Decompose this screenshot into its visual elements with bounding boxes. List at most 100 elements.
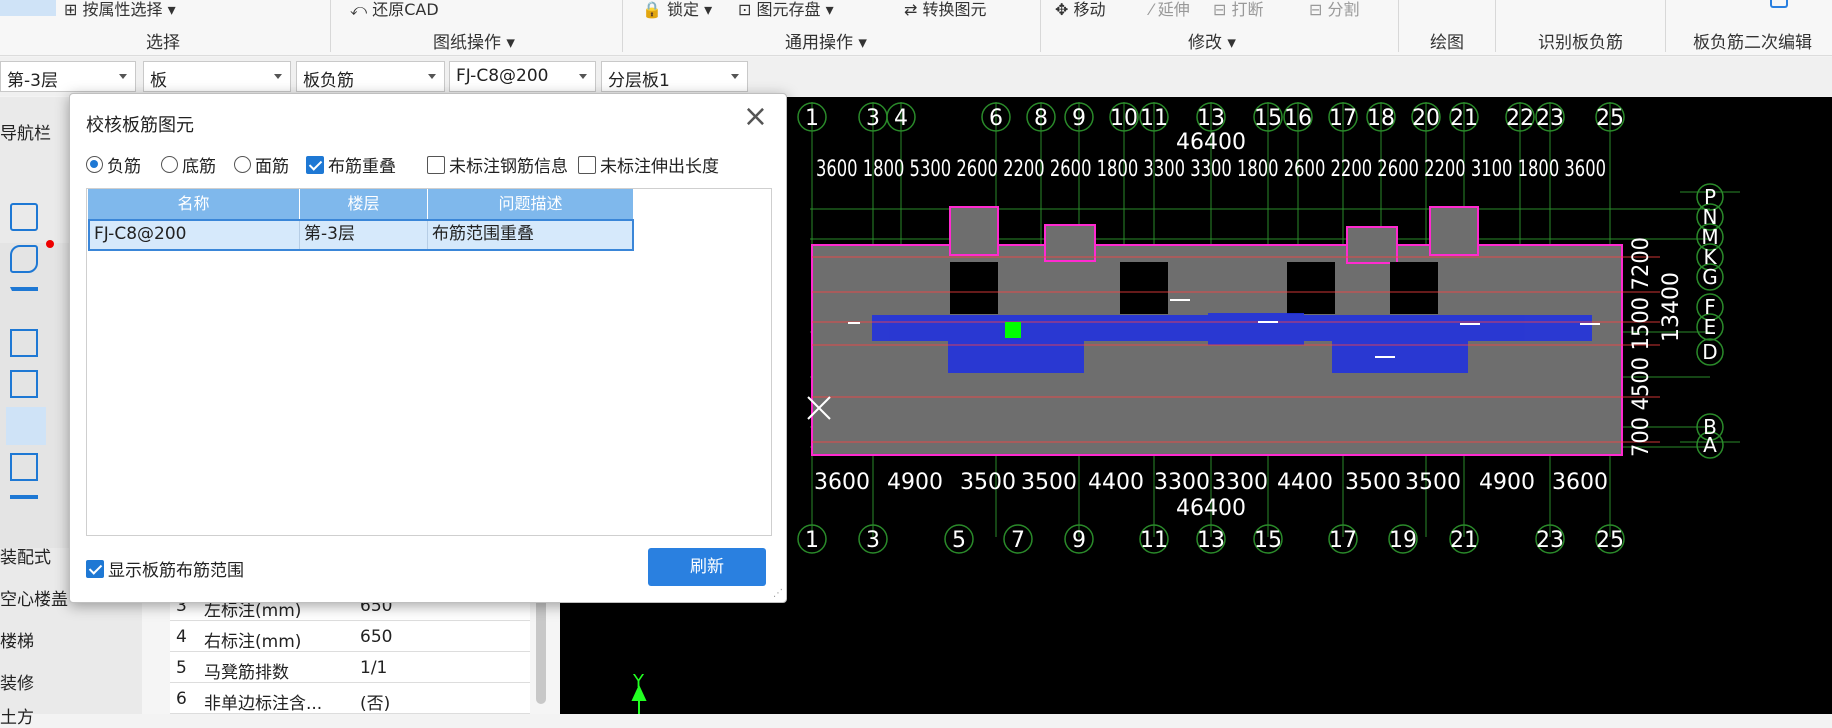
property-row[interactable]: 5 马凳筋排数 1/1 (170, 652, 530, 683)
axis-label: 8 (1034, 106, 1048, 131)
axis-label: 3 (866, 528, 880, 553)
checkbox-icon (427, 155, 445, 174)
edit-icon[interactable] (1770, 0, 1788, 8)
checkbox-icon (578, 155, 596, 174)
group-slab-rebar-edit: 板负筋二次编辑 (1693, 33, 1812, 53)
axis-label: 6 (989, 106, 1003, 131)
radio-bottom-rebar[interactable]: 底筋 (161, 152, 216, 177)
floor-select[interactable]: 第-3层 (0, 61, 136, 92)
axis-label: 4 (894, 106, 908, 131)
axis-label: 11 (1140, 106, 1168, 131)
move-button[interactable]: ✥ 移动 (1055, 0, 1106, 20)
nav-item-prefab[interactable]: 装配式 (0, 543, 51, 568)
dialog-title: 校核板筋图元 (86, 115, 194, 136)
checkbox-overlap[interactable]: 布筋重叠 (306, 152, 396, 177)
group-common-ops[interactable]: 通用操作 ▾ (785, 28, 867, 53)
slab-rebar-icon[interactable] (10, 370, 38, 398)
axis-label: 5 (952, 528, 966, 553)
total-dim-bottom: 46400 (1176, 496, 1246, 521)
bottom-dim: 3300 (1212, 470, 1268, 495)
axis-label: 20 (1412, 106, 1440, 131)
bottom-dim: 3500 (1345, 470, 1401, 495)
radio-icon (86, 156, 103, 173)
properties-scrollbar[interactable] (536, 594, 546, 704)
group-modify[interactable]: 修改 ▾ (1188, 28, 1236, 53)
right-total-dim: 13400 (1659, 272, 1684, 342)
axis-label: E (1704, 315, 1717, 339)
cell-description: 布筋范围重叠 (428, 219, 634, 249)
element-name-select[interactable]: FJ-C8@200 (449, 61, 596, 92)
top-dim-chain: 3600 1800 5300 2600 2200 2600 1800 3300 … (816, 157, 1606, 182)
radio-top-rebar[interactable]: 面筋 (234, 152, 289, 177)
axis-label: 1 (805, 528, 819, 553)
axis-label: 15 (1254, 528, 1282, 553)
refresh-button[interactable]: 刷新 (648, 548, 766, 586)
axis-label: D (1702, 340, 1717, 364)
ribbon-toolbar: ⊞ 按属性选择 ▾ ⤺ 还原CAD 🔒 锁定 ▾ ⊡ 图元存盘 ▾ ⇄ 转换图元… (0, 0, 1832, 56)
column-cap-icon-2[interactable] (10, 495, 38, 523)
bottom-dim: 3600 (814, 470, 870, 495)
axis-label: 15 (1254, 106, 1282, 131)
category-select[interactable]: 板 (143, 61, 291, 92)
axis-label: 18 (1367, 106, 1395, 131)
radio-negative-rebar[interactable]: 负筋 (86, 152, 141, 177)
slab-hole-icon[interactable] (10, 329, 38, 357)
axis-label: 19 (1389, 528, 1417, 553)
issue-table: 名称 楼层 问题描述 FJ-C8@200 第-3层 布筋范围重叠 (86, 188, 772, 536)
axis-label: 1 (805, 106, 819, 131)
slab-band-icon[interactable] (10, 453, 38, 481)
check-slab-rebar-dialog: 校核板筋图元 × 负筋 底筋 面筋 布筋重叠 未标注钢筋信息 未标注伸出长度 名… (69, 93, 787, 603)
extend-button[interactable]: ⁄ 延伸 (1150, 0, 1190, 20)
convert-element-button[interactable]: ⇄ 转换图元 (904, 0, 987, 20)
nav-item-hollow-slab[interactable]: 空心楼盖 (0, 585, 68, 610)
checkbox-unlabeled-rebar-info[interactable]: 未标注钢筋信息 (427, 152, 568, 177)
break-button[interactable]: ⊟ 打断 (1213, 0, 1264, 20)
layer-slab-select[interactable]: 分层板1 (601, 61, 748, 92)
column-cap-icon[interactable] (10, 287, 38, 313)
properties-panel: 3 左标注(mm) 650 4 右标注(mm) 650 5 马凳筋排数 1/1 6 非单边标注… (142, 590, 560, 714)
bottom-dim: 4900 (887, 470, 943, 495)
select-by-property-button[interactable]: ⊞ 按属性选择 ▾ (64, 0, 176, 20)
y-axis-label: Y (632, 671, 645, 692)
axis-label: 11 (1140, 528, 1168, 553)
element-type-select[interactable]: 板负筋 (296, 61, 445, 92)
arc-slab-icon[interactable] (10, 245, 38, 273)
group-select: 选择 (146, 33, 180, 53)
axis-label: 25 (1596, 528, 1624, 553)
restore-cad-button[interactable]: ⤺ 还原CAD (350, 0, 439, 20)
axis-label: 25 (1596, 106, 1624, 131)
split-button[interactable]: ⊟ 分割 (1309, 0, 1360, 20)
table-header-description[interactable]: 问题描述 (428, 189, 634, 219)
save-element-button[interactable]: ⊡ 图元存盘 ▾ (738, 0, 834, 20)
axis-label: 23 (1536, 528, 1564, 553)
checkbox-show-range[interactable]: 显示板筋布筋范围 (86, 556, 244, 581)
axis-label: G (1702, 265, 1718, 289)
checkbox-icon (306, 155, 324, 174)
property-row[interactable]: 6 非单边标注含... (否) (170, 683, 530, 714)
ribbon-selected-tool[interactable] (0, 0, 56, 16)
property-row[interactable]: 4 右标注(mm) 650 (170, 621, 530, 652)
slab-icon[interactable] (10, 203, 38, 231)
resize-grip-icon[interactable]: ⋰ (773, 588, 783, 599)
nav-item-earthwork[interactable]: 土方 (0, 703, 34, 728)
group-draw: 绘图 (1430, 33, 1464, 53)
bottom-dim: 3500 (1405, 470, 1461, 495)
bottom-dim: 3500 (960, 470, 1016, 495)
group-identify-slab-neg-rebar: 识别板负筋 (1538, 33, 1623, 53)
axis-label: 22 (1506, 106, 1534, 131)
axis-label: 9 (1072, 106, 1086, 131)
axis-label: 17 (1329, 528, 1357, 553)
slab-neg-rebar-icon-selected[interactable] (6, 407, 46, 445)
nav-item-decoration[interactable]: 装修 (0, 669, 34, 694)
nav-item-stair[interactable]: 楼梯 (0, 627, 34, 652)
group-drawing-ops[interactable]: 图纸操作 ▾ (433, 28, 515, 53)
axis-label: 21 (1450, 528, 1478, 553)
bottom-dim: 3600 (1552, 470, 1608, 495)
table-header-name[interactable]: 名称 (88, 189, 300, 219)
close-icon[interactable]: × (743, 102, 768, 132)
checkbox-unlabeled-extension[interactable]: 未标注伸出长度 (578, 152, 719, 177)
axis-label: 17 (1329, 106, 1357, 131)
lock-button[interactable]: 🔒 锁定 ▾ (642, 0, 712, 20)
cell-floor: 第-3层 (300, 219, 428, 249)
table-header-floor[interactable]: 楼层 (300, 189, 428, 219)
